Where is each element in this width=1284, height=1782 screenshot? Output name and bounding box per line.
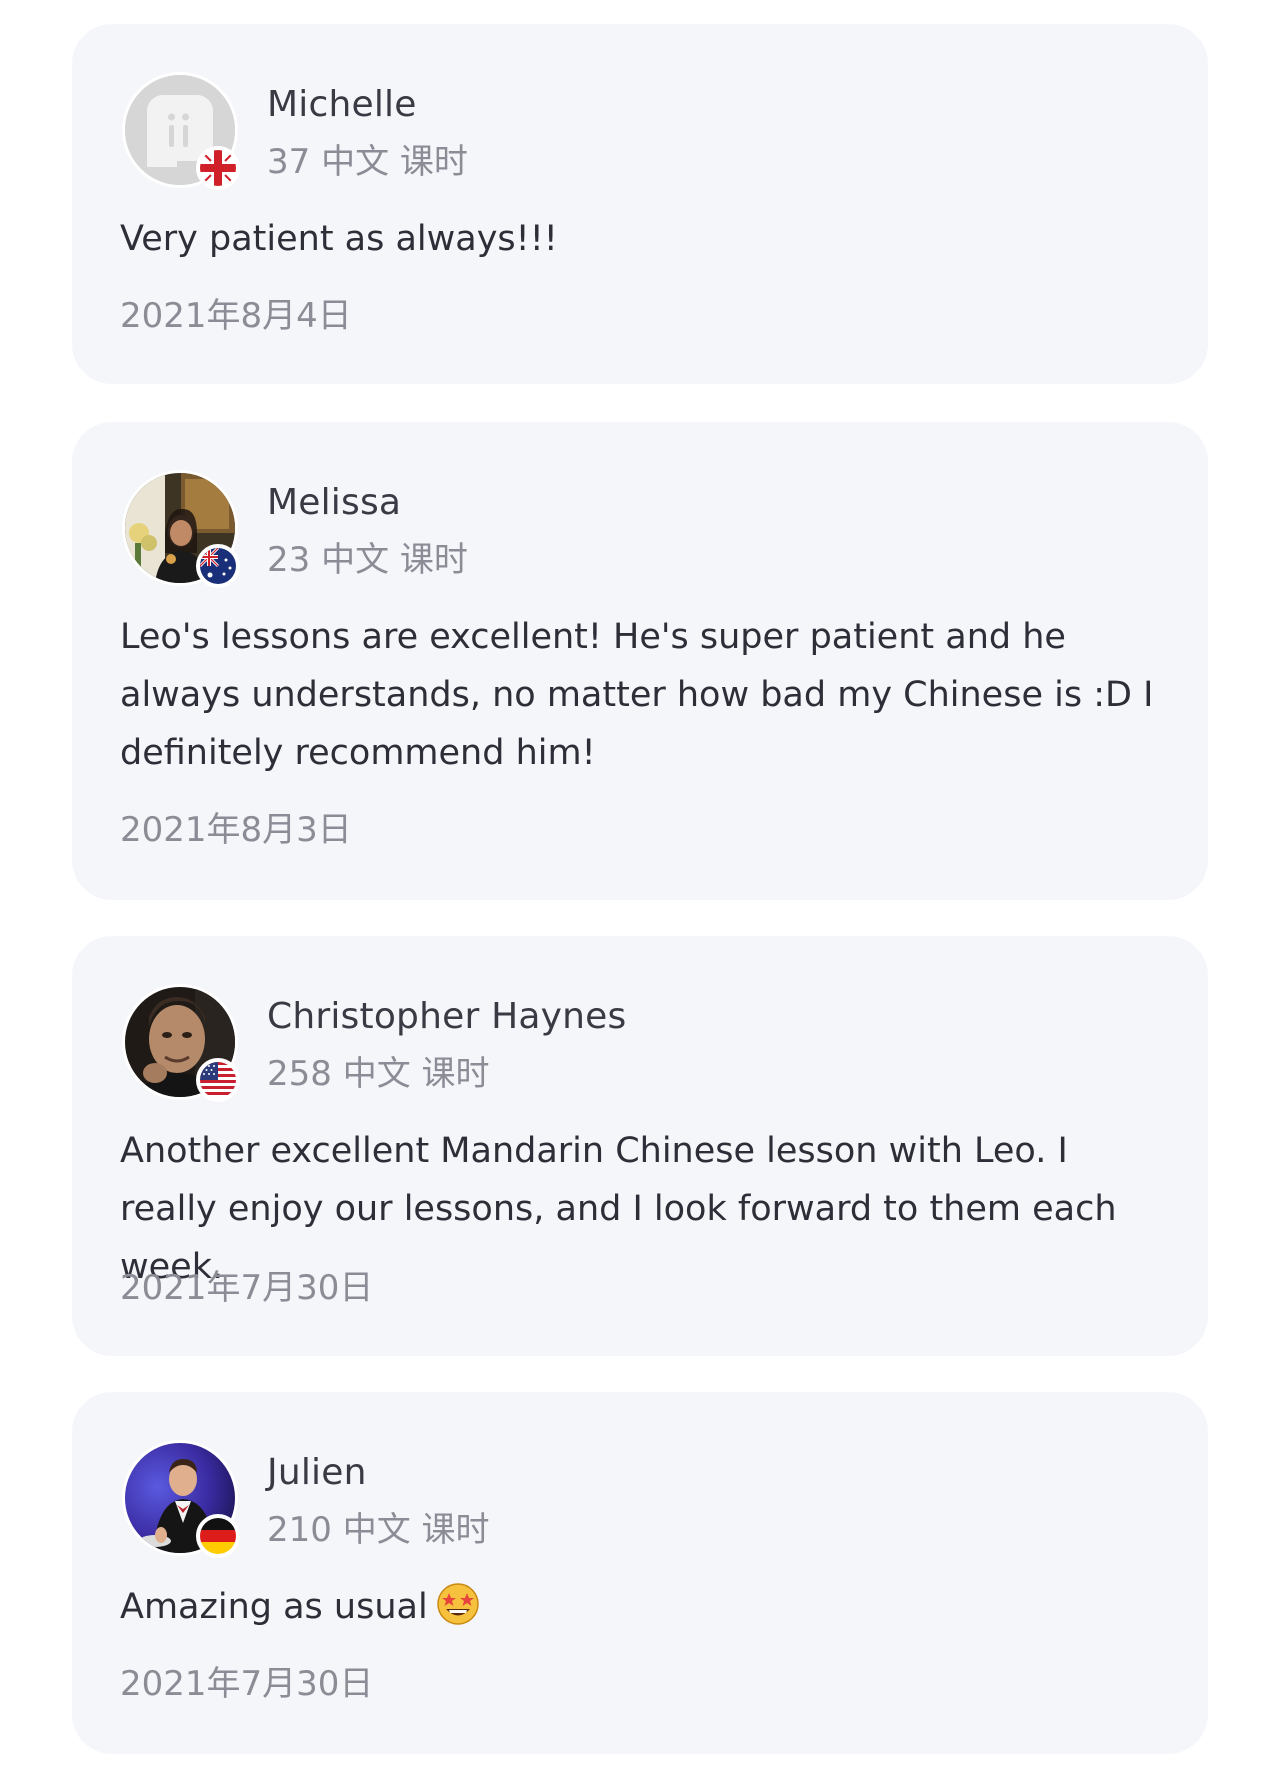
uk-flag-icon xyxy=(196,146,240,190)
australia-flag-icon xyxy=(196,544,240,588)
review-date: 2021年8月4日 xyxy=(120,296,352,336)
lesson-count: 258 中文 课时 xyxy=(267,1054,490,1094)
review-date: 2021年8月3日 xyxy=(120,810,352,850)
review-card: Julien 210 中文 课时 Amazing as usual 2021年7… xyxy=(72,1392,1208,1754)
germany-flag-icon xyxy=(196,1514,240,1558)
review-card: Michelle 37 中文 课时 Very patient as always… xyxy=(72,24,1208,384)
review-text: Amazing as usual xyxy=(120,1578,1160,1636)
review-card: Melissa 23 中文 课时 Leo's lessons are excel… xyxy=(72,422,1208,900)
review-card: Christopher Haynes 258 中文 课时 Another exc… xyxy=(72,936,1208,1356)
avatar-wrap[interactable] xyxy=(122,470,240,588)
lesson-count: 23 中文 课时 xyxy=(267,540,468,580)
lesson-count: 37 中文 课时 xyxy=(267,142,468,182)
review-date: 2021年7月30日 xyxy=(120,1268,374,1308)
reviewer-name: Christopher Haynes xyxy=(267,996,627,1037)
review-text-content: Amazing as usual xyxy=(120,1587,428,1627)
reviewer-name: Michelle xyxy=(267,84,417,125)
usa-flag-icon xyxy=(196,1058,240,1102)
reviewer-name: Julien xyxy=(267,1452,367,1493)
reviewer-name: Melissa xyxy=(267,482,402,523)
avatar-wrap[interactable] xyxy=(122,984,240,1102)
star-struck-emoji-icon xyxy=(436,1582,480,1626)
avatar-wrap[interactable] xyxy=(122,1440,240,1558)
avatar-wrap[interactable] xyxy=(122,72,240,190)
lesson-count: 210 中文 课时 xyxy=(267,1510,490,1550)
review-date: 2021年7月30日 xyxy=(120,1664,374,1704)
review-text: Very patient as always!!! xyxy=(120,219,558,259)
review-text: Leo's lessons are excellent! He's super … xyxy=(120,617,1154,773)
